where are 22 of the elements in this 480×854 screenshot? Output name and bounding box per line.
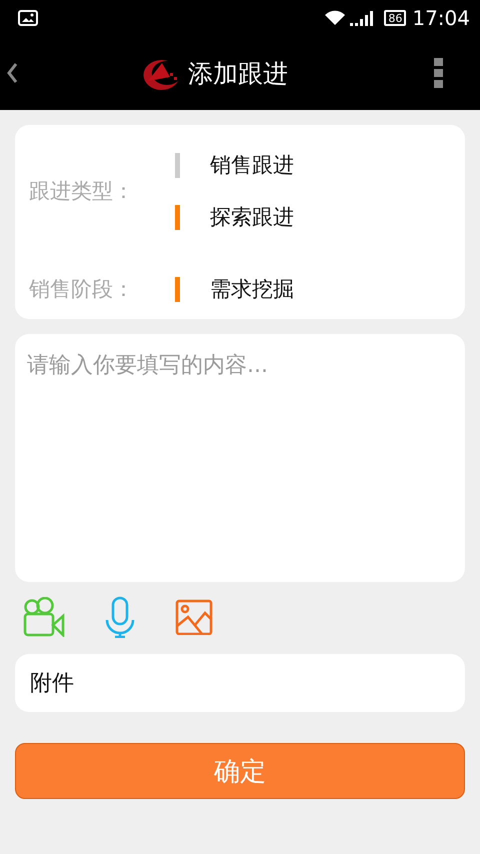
clock: 17:04 xyxy=(412,6,470,30)
attachment-row[interactable]: 附件 xyxy=(15,654,465,712)
back-icon[interactable] xyxy=(6,63,18,83)
option-text: 探索跟进 xyxy=(210,204,294,231)
option-item[interactable]: 需求挖掘 xyxy=(175,275,294,303)
field-label: 销售阶段： xyxy=(28,276,135,303)
video-camera-icon[interactable] xyxy=(23,597,65,637)
signal-icon xyxy=(350,10,374,26)
option-text: 销售跟进 xyxy=(210,152,294,179)
wifi-icon xyxy=(324,10,346,26)
screen-title: 添加跟进 xyxy=(188,58,288,90)
option-text: 需求挖掘 xyxy=(210,276,294,303)
microphone-icon[interactable] xyxy=(105,596,135,638)
option-item[interactable]: 销售跟进 xyxy=(175,151,294,179)
attachment-label: 附件 xyxy=(30,670,74,698)
more-menu-icon[interactable] xyxy=(434,58,444,88)
content-field[interactable]: 请输入你要填写的内容... xyxy=(15,334,465,582)
image-icon[interactable] xyxy=(175,599,213,635)
battery-level: 86 xyxy=(384,10,406,26)
image-notification-icon xyxy=(18,10,38,26)
field-label: 跟进类型： xyxy=(28,178,135,205)
option-item[interactable]: 探索跟进 xyxy=(175,203,294,231)
